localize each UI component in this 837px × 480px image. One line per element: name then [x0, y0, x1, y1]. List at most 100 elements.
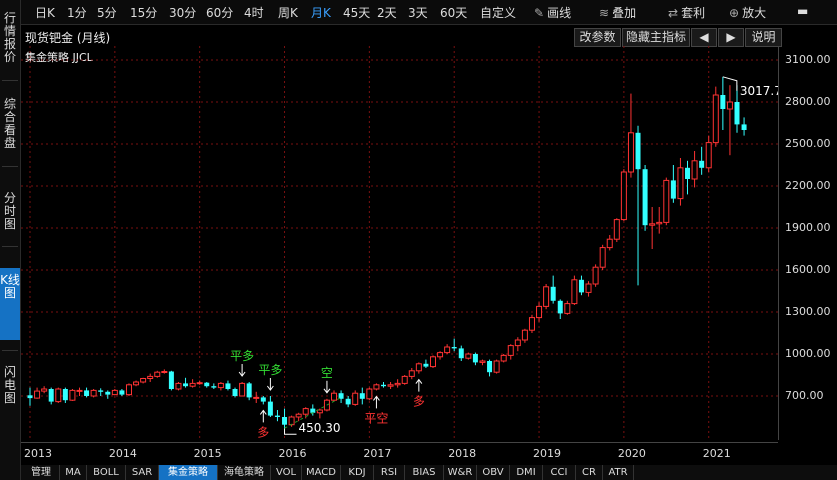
candle-body [246, 383, 252, 398]
time-axis: 2013 2014 2015 2016 2017 2018 2019 2020 2021 [21, 442, 778, 463]
indicator-tab-6[interactable]: VOL [271, 465, 302, 480]
period-9[interactable]: 45天 [343, 4, 370, 21]
tool-1[interactable]: ≋ 叠加 [599, 4, 636, 21]
signal-label: 平多 [230, 349, 254, 363]
candle-body [34, 390, 41, 399]
candle-body [62, 389, 68, 401]
candle-body [394, 382, 401, 386]
left-sidebar: 行情报价综合看盘分时图 K线图闪电图 [0, 0, 21, 480]
period-4[interactable]: 30分 [169, 4, 196, 21]
window-toggle-icon[interactable]: ▬ [797, 4, 808, 18]
indicator-tab-11[interactable]: W&R [444, 465, 477, 480]
candle-body [27, 395, 33, 399]
sidebar-divider [2, 166, 18, 167]
period-8[interactable]: 月K [311, 4, 331, 21]
y-tick-label: 2800.00 [785, 95, 831, 108]
indicator-tab-3[interactable]: SAR [126, 465, 159, 480]
y-tick-label: 2200.00 [785, 179, 831, 192]
candle-body [133, 381, 140, 386]
y-tick-label: 700.00 [785, 389, 824, 402]
tool-2[interactable]: ⇄ 套利 [668, 4, 705, 21]
zoom-icon: ⊕ [729, 6, 740, 20]
candle-body [507, 345, 514, 356]
period-11[interactable]: 3天 [408, 4, 428, 21]
candle-body [84, 390, 90, 396]
sidebar-tab-1[interactable]: 综合看盘 [0, 92, 20, 156]
candle-body [55, 388, 62, 403]
candle-body [267, 401, 273, 416]
tool-label: 放大 [742, 6, 767, 20]
indicator-tab-9[interactable]: RSI [374, 465, 405, 480]
tool-label: 叠加 [612, 6, 637, 20]
candle-body [437, 352, 444, 358]
candle-body [288, 416, 295, 426]
candle-body [373, 384, 380, 390]
indicator-tab-8[interactable]: KDJ [341, 465, 374, 480]
layers-icon: ≋ [599, 6, 610, 20]
period-5[interactable]: 60分 [206, 4, 233, 21]
candle-body [274, 415, 280, 417]
indicator-tab-0[interactable]: 管理 [23, 465, 60, 480]
period-13[interactable]: 自定义 [480, 4, 516, 21]
candle-body [493, 360, 500, 373]
candle-body [487, 361, 493, 373]
change-params-button[interactable]: 改参数 [574, 28, 621, 47]
help-button[interactable]: 说明 [745, 28, 782, 47]
sidebar-tab-3[interactable]: K线图 [0, 268, 20, 340]
period-12[interactable]: 60天 [440, 4, 467, 21]
indicator-tab-2[interactable]: BOLL [87, 465, 126, 480]
tool-0[interactable]: ✎ 画线 [534, 4, 571, 21]
indicator-tab-4[interactable]: 集金策略 [159, 465, 218, 480]
indicator-tab-12[interactable]: OBV [477, 465, 510, 480]
sidebar-tab-2[interactable]: 分时图 [0, 186, 20, 236]
candle-body [472, 354, 478, 363]
candle-body [302, 408, 309, 415]
candle-body [479, 360, 486, 363]
period-3[interactable]: 15分 [130, 4, 157, 21]
candle-body [599, 247, 606, 268]
candle-body [41, 388, 48, 392]
hide-main-indicator-button[interactable]: 隐藏主指标 [622, 28, 690, 47]
candle-body [282, 417, 288, 425]
candle-body [620, 171, 627, 221]
candle-body [161, 371, 168, 373]
indicator-tab-14[interactable]: CCI [543, 465, 576, 480]
candle-body [232, 389, 238, 396]
candle-body [685, 167, 691, 179]
indicator-tab-5[interactable]: 海龟策略 [218, 465, 271, 480]
chart-title: 现货钯金 (月线) [25, 31, 111, 45]
sidebar-tab-0[interactable]: 行情报价 [0, 6, 20, 70]
candlestick-chart[interactable]: 平多平多空多平空多3017.75450.30 [21, 46, 778, 440]
period-1[interactable]: 1分 [67, 4, 87, 21]
indicator-tab-10[interactable]: BIAS [405, 465, 444, 480]
candle-body [500, 354, 507, 362]
period-0[interactable]: 日K [35, 4, 55, 21]
candle-body [720, 95, 726, 109]
period-6[interactable]: 4时 [244, 4, 264, 21]
tool-3[interactable]: ⊕ 放大 [729, 4, 766, 21]
candle-body [387, 384, 394, 387]
indicator-tab-16[interactable]: ATR [603, 465, 634, 480]
indicator-tab-13[interactable]: DMI [510, 465, 543, 480]
candle-body [458, 348, 464, 359]
period-7[interactable]: 周K [278, 4, 298, 21]
indicator-tab-15[interactable]: CR [576, 465, 603, 480]
candle-body [571, 279, 578, 305]
x-tick-label: 2017 [363, 447, 392, 460]
indicator-tab-7[interactable]: MACD [302, 465, 341, 480]
scroll-left-button[interactable]: ◀ [691, 28, 717, 47]
period-2[interactable]: 5分 [97, 4, 117, 21]
signal-label: 多 [413, 395, 425, 409]
candle-body [677, 167, 684, 200]
indicator-tab-1[interactable]: MA [60, 465, 87, 480]
candle-body [111, 389, 118, 396]
signal-label: 多 [257, 425, 269, 439]
candle-body [465, 353, 472, 359]
candle-body [578, 279, 584, 293]
sidebar-tab-4[interactable]: 闪电图 [0, 360, 20, 416]
candle-body [557, 300, 563, 314]
candle-body [656, 221, 663, 225]
scroll-right-button[interactable]: ▶ [718, 28, 744, 47]
candle-body [408, 370, 415, 377]
period-10[interactable]: 2天 [377, 4, 397, 21]
